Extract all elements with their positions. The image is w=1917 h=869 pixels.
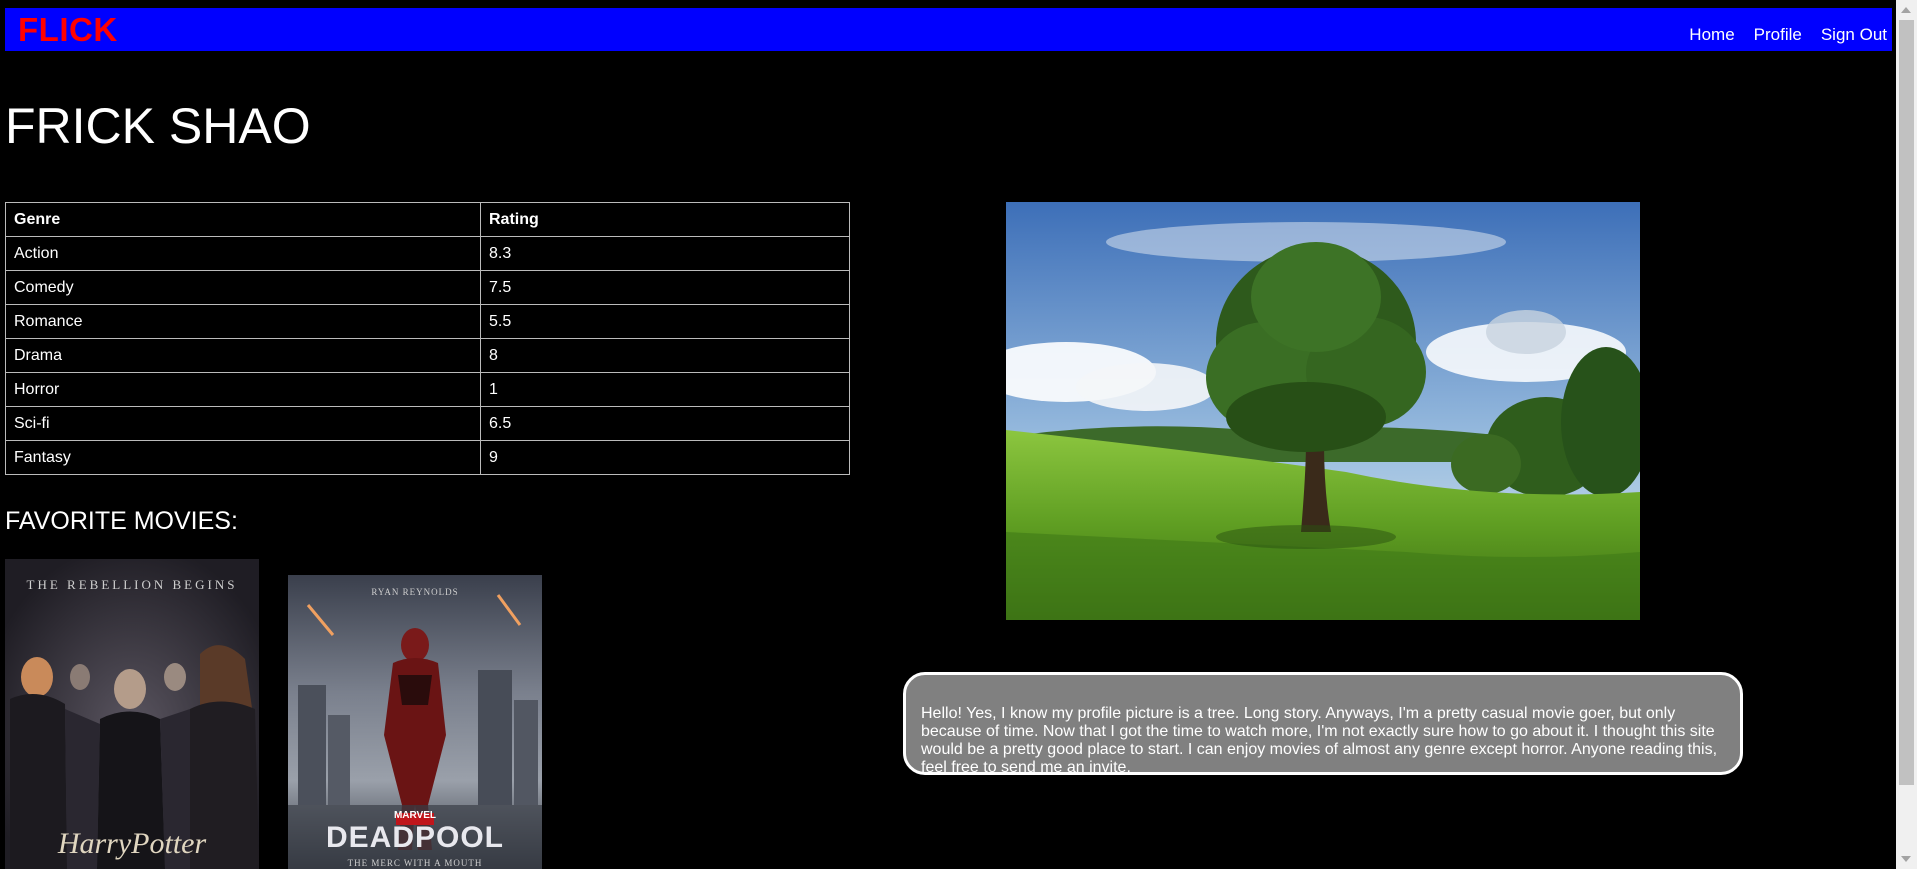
table-row: Romance 5.5 — [5, 304, 850, 339]
table-row: Action 8.3 — [5, 236, 850, 271]
poster-credit: RYAN REYNOLDS — [371, 587, 459, 597]
favorite-movies-heading: FAVORITE MOVIES: — [5, 507, 238, 535]
genre-ratings-table: Genre Rating Action 8.3 Comedy 7.5 Roman… — [5, 202, 850, 475]
table-header-row: Genre Rating — [5, 202, 850, 237]
rating-cell: 8.3 — [480, 236, 850, 271]
rating-cell: 1 — [480, 372, 850, 407]
rating-column-header: Rating — [480, 202, 850, 237]
poster-title: DEADPOOL — [325, 821, 504, 854]
scroll-down-icon[interactable] — [1901, 856, 1911, 862]
poster-title: HarryPotter — [57, 827, 207, 860]
rating-cell: 5.5 — [480, 304, 850, 339]
brand-logo[interactable]: FLICK — [18, 10, 118, 50]
genre-cell: Fantasy — [5, 440, 481, 475]
poster-studio: MARVEL — [393, 810, 437, 821]
scrollbar-thumb[interactable] — [1899, 20, 1914, 785]
top-navbar: FLICK Home Profile Sign Out — [5, 8, 1892, 51]
deadpool-poster[interactable]: RYAN REYNOLDS MARVEL DEADPOOL THE MERC W… — [288, 575, 542, 869]
nav-profile-link[interactable]: Profile — [1754, 25, 1802, 45]
nav-sign-out-link[interactable]: Sign Out — [1821, 25, 1887, 45]
profile-picture — [1006, 202, 1640, 620]
nav-home-link[interactable]: Home — [1689, 25, 1734, 45]
genre-cell: Horror — [5, 372, 481, 407]
vertical-scrollbar[interactable] — [1896, 0, 1917, 869]
scroll-up-icon[interactable] — [1901, 7, 1911, 13]
nav-links: Home Profile Sign Out — [1689, 25, 1887, 45]
genre-column-header: Genre — [5, 202, 481, 237]
genre-cell: Sci-fi — [5, 406, 481, 441]
profile-bio: Hello! Yes, I know my profile picture is… — [903, 672, 1743, 776]
table-row: Comedy 7.5 — [5, 270, 850, 305]
genre-cell: Action — [5, 236, 481, 271]
rating-cell: 8 — [480, 338, 850, 373]
genre-cell: Drama — [5, 338, 481, 373]
tree-landscape-image — [1006, 202, 1640, 620]
harry-potter-poster-art — [5, 559, 259, 869]
table-row: Fantasy 9 — [5, 440, 850, 475]
genre-cell: Romance — [5, 304, 481, 339]
table-row: Horror 1 — [5, 372, 850, 407]
genre-cell: Comedy — [5, 270, 481, 305]
rating-cell: 6.5 — [480, 406, 850, 441]
table-row: Drama 8 — [5, 338, 850, 373]
rating-cell: 9 — [480, 440, 850, 475]
table-row: Sci-fi 6.5 — [5, 406, 850, 441]
poster-tagline: THE REBELLION BEGINS — [26, 577, 238, 592]
rating-cell: 7.5 — [480, 270, 850, 305]
profile-page: FLICK Home Profile Sign Out FRICK SHAO G… — [0, 0, 1917, 869]
profile-name: FRICK SHAO — [5, 98, 311, 154]
harry-potter-poster[interactable]: THE REBELLION BEGINS HarryPotter — [5, 559, 259, 869]
poster-subtitle: THE MERC WITH A MOUTH — [347, 858, 483, 868]
